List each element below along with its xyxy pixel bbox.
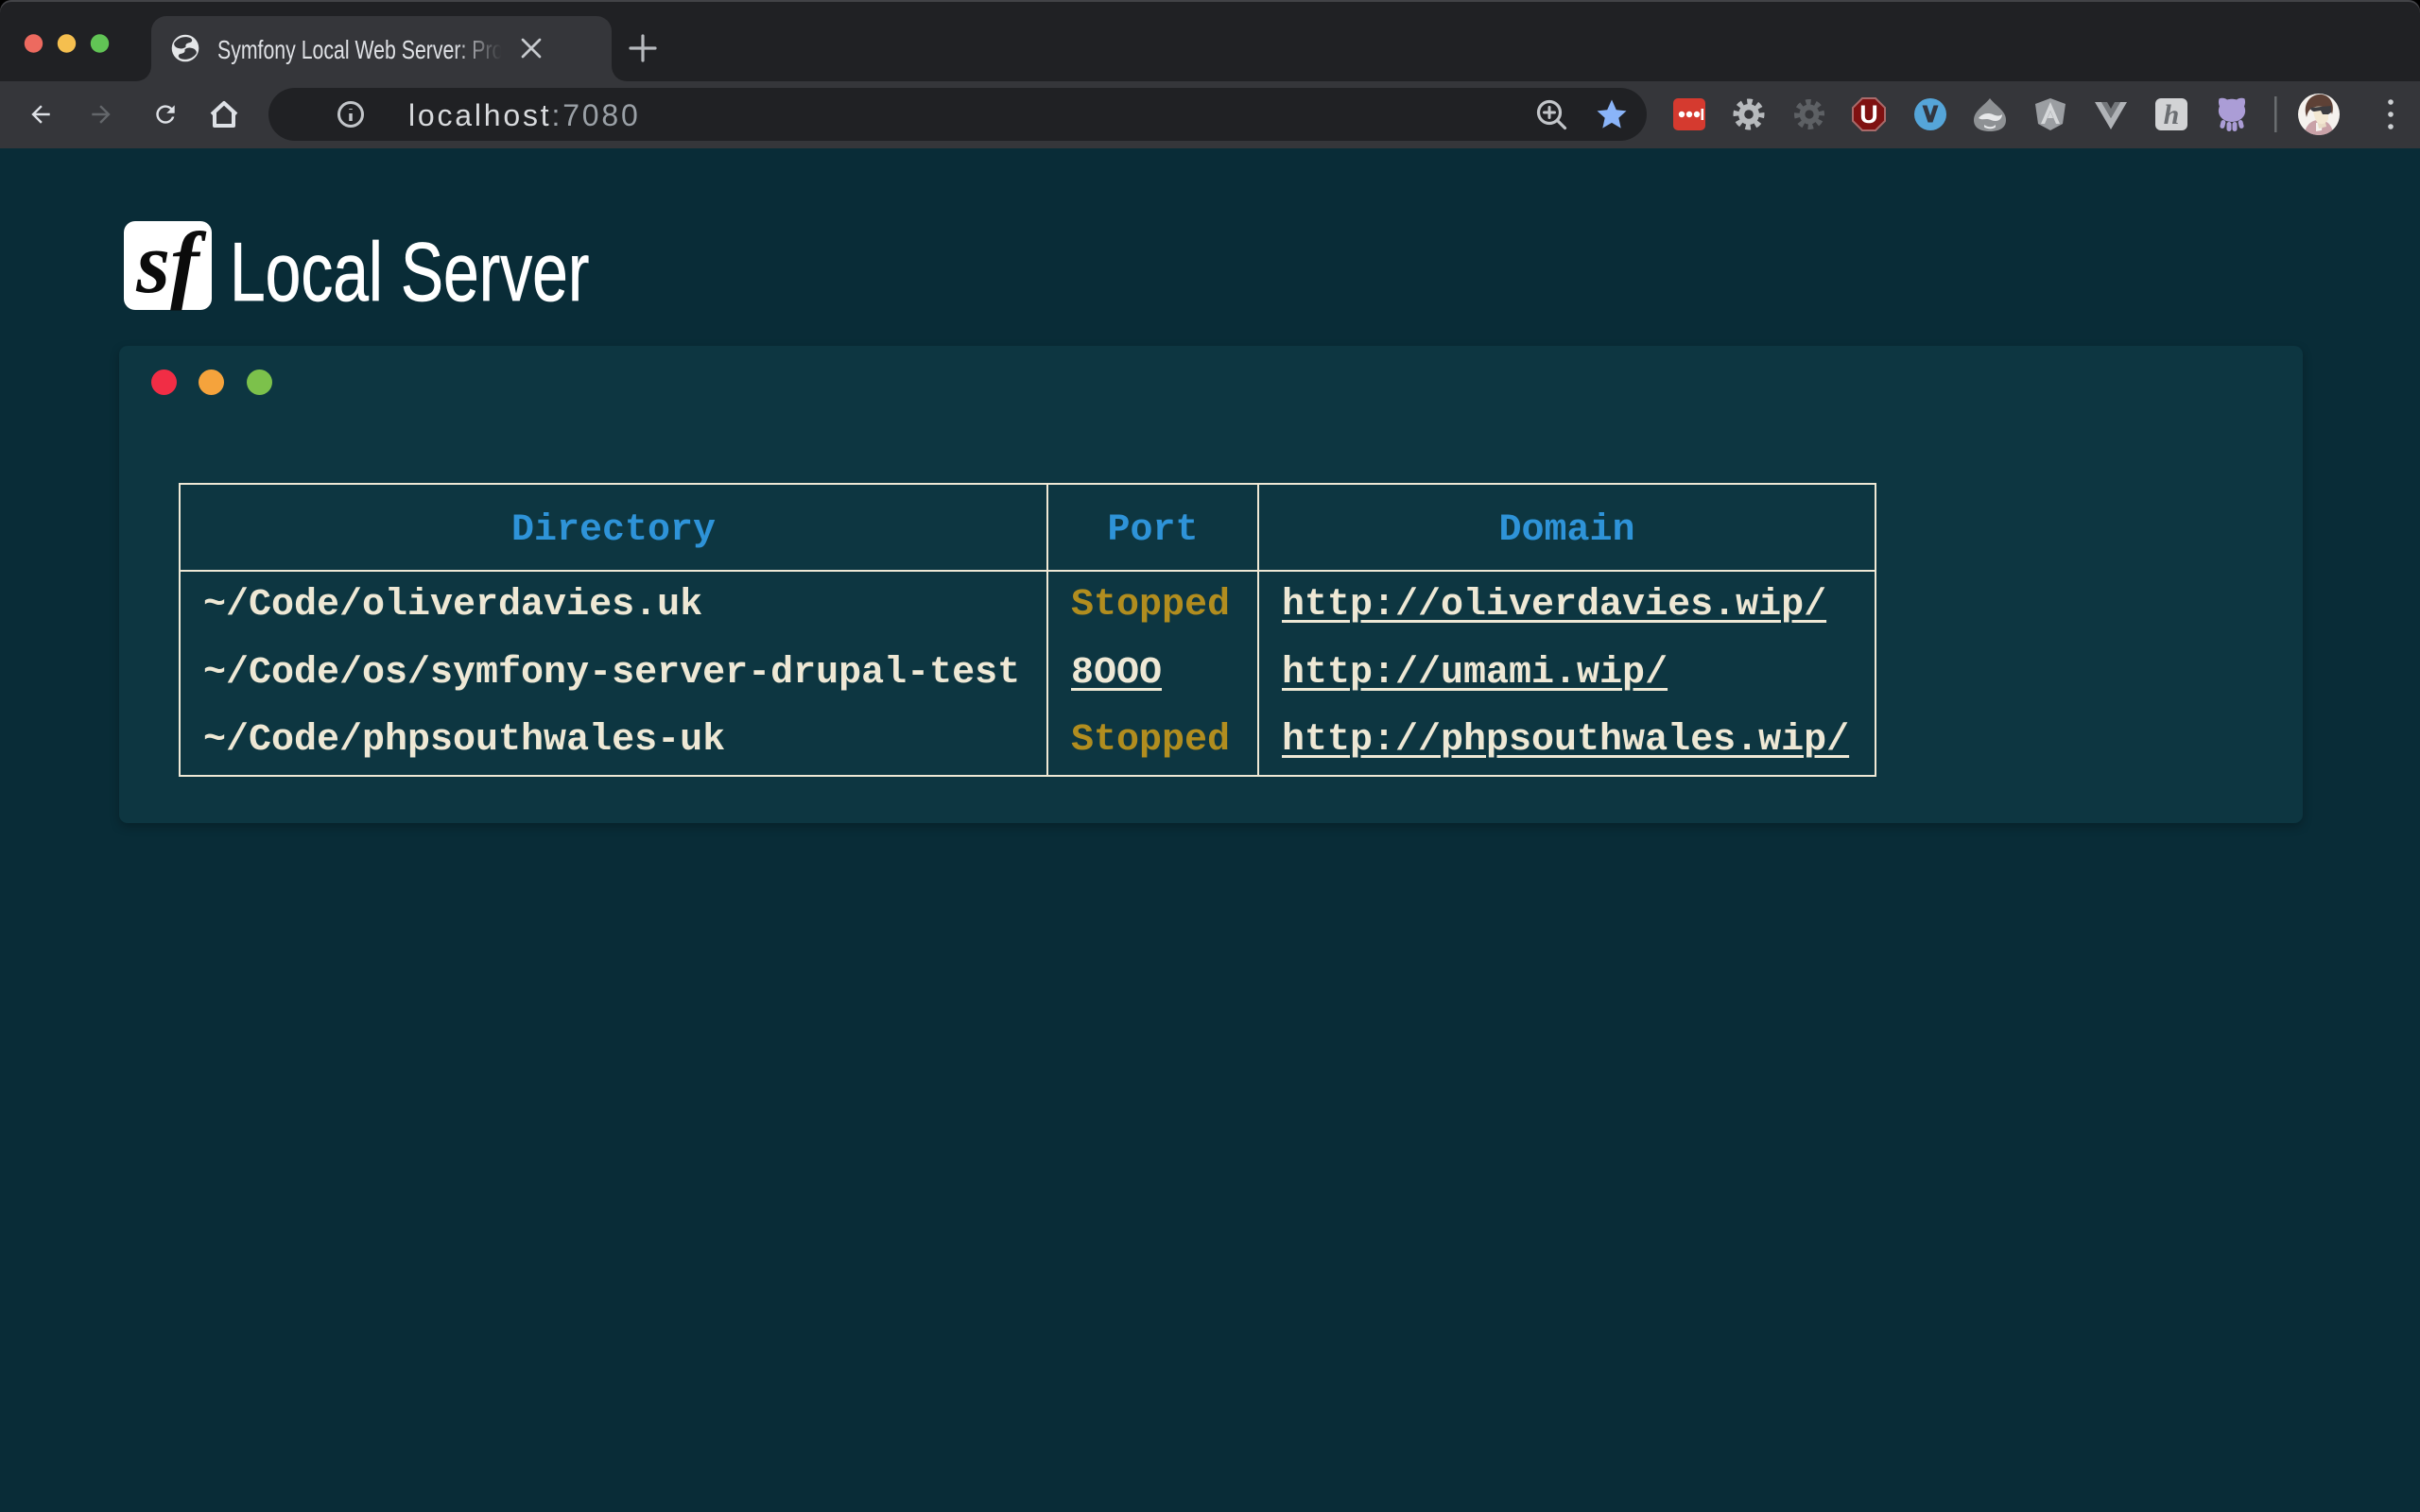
svg-text:h: h	[2164, 99, 2180, 130]
svg-text:U: U	[1859, 100, 1878, 129]
